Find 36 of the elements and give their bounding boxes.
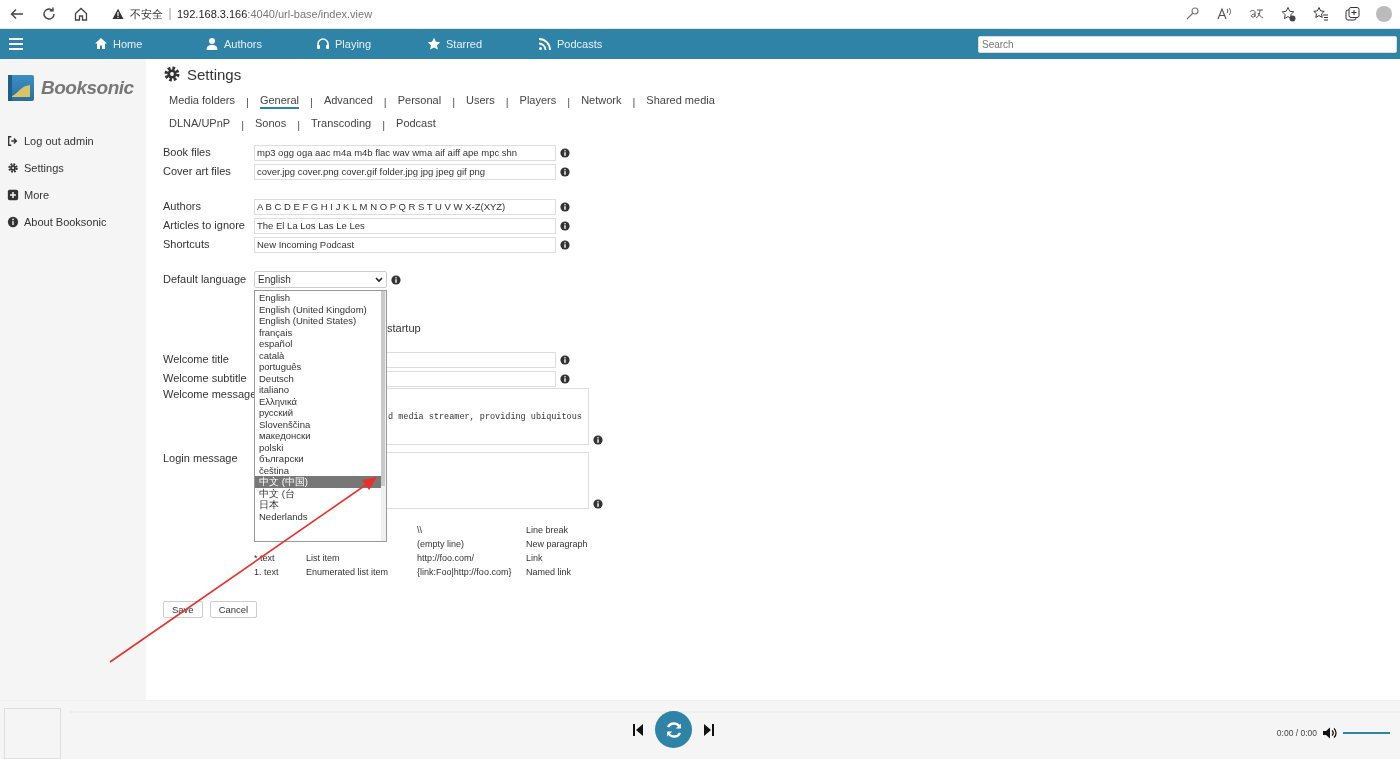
tab-separator: |	[246, 95, 249, 108]
tab-separator: |	[505, 95, 509, 108]
markup-cell-text: * text	[254, 553, 276, 565]
field-label: Welcome title	[163, 352, 230, 365]
markup-cell-text: Named link	[526, 567, 573, 579]
markup-cell-text: List item	[306, 553, 341, 565]
tab-separator: |	[241, 118, 244, 131]
markup-cell-text: Enumerated list item	[306, 567, 390, 579]
markup-cell-text: 1. text	[254, 567, 280, 579]
field-label: Welcome message	[163, 388, 254, 400]
tab-separator: |	[310, 95, 313, 108]
field-label: Book files	[163, 145, 212, 158]
field-label: Articles to ignore	[163, 218, 246, 231]
tab-separator: |	[632, 95, 636, 108]
markup-cell-text: http://foo.com/	[417, 553, 476, 565]
tab-separator: |	[382, 118, 386, 131]
markup-cell-text: New paragraph	[526, 539, 589, 551]
field-label: Login message	[163, 452, 239, 464]
tab-separator: |	[452, 95, 455, 108]
checkbox-label: startup	[387, 322, 421, 334]
field-label: Shortcuts	[163, 237, 211, 250]
field-label: Cover art files	[163, 164, 232, 177]
markup-cell-text: {link:Foo|http://foo.com}	[417, 567, 513, 579]
markup-cell-text: \\	[417, 525, 423, 537]
logo-text: Booksonic	[41, 77, 134, 99]
markup-cell-text: Line break	[526, 525, 570, 537]
tab-separator: |	[567, 95, 571, 108]
time-display: 0:00 / 0:00	[1276, 728, 1317, 738]
field-label: Default language	[163, 272, 248, 285]
field-label: Authors	[163, 199, 202, 212]
tab-separator: |	[383, 95, 387, 108]
field-label: Welcome subtitle	[163, 371, 248, 384]
page-title: Settings	[187, 65, 242, 83]
markup-cell-text: (empty line)	[417, 539, 465, 551]
tab-separator: |	[297, 118, 301, 131]
markup-cell-text: Link	[526, 553, 544, 565]
